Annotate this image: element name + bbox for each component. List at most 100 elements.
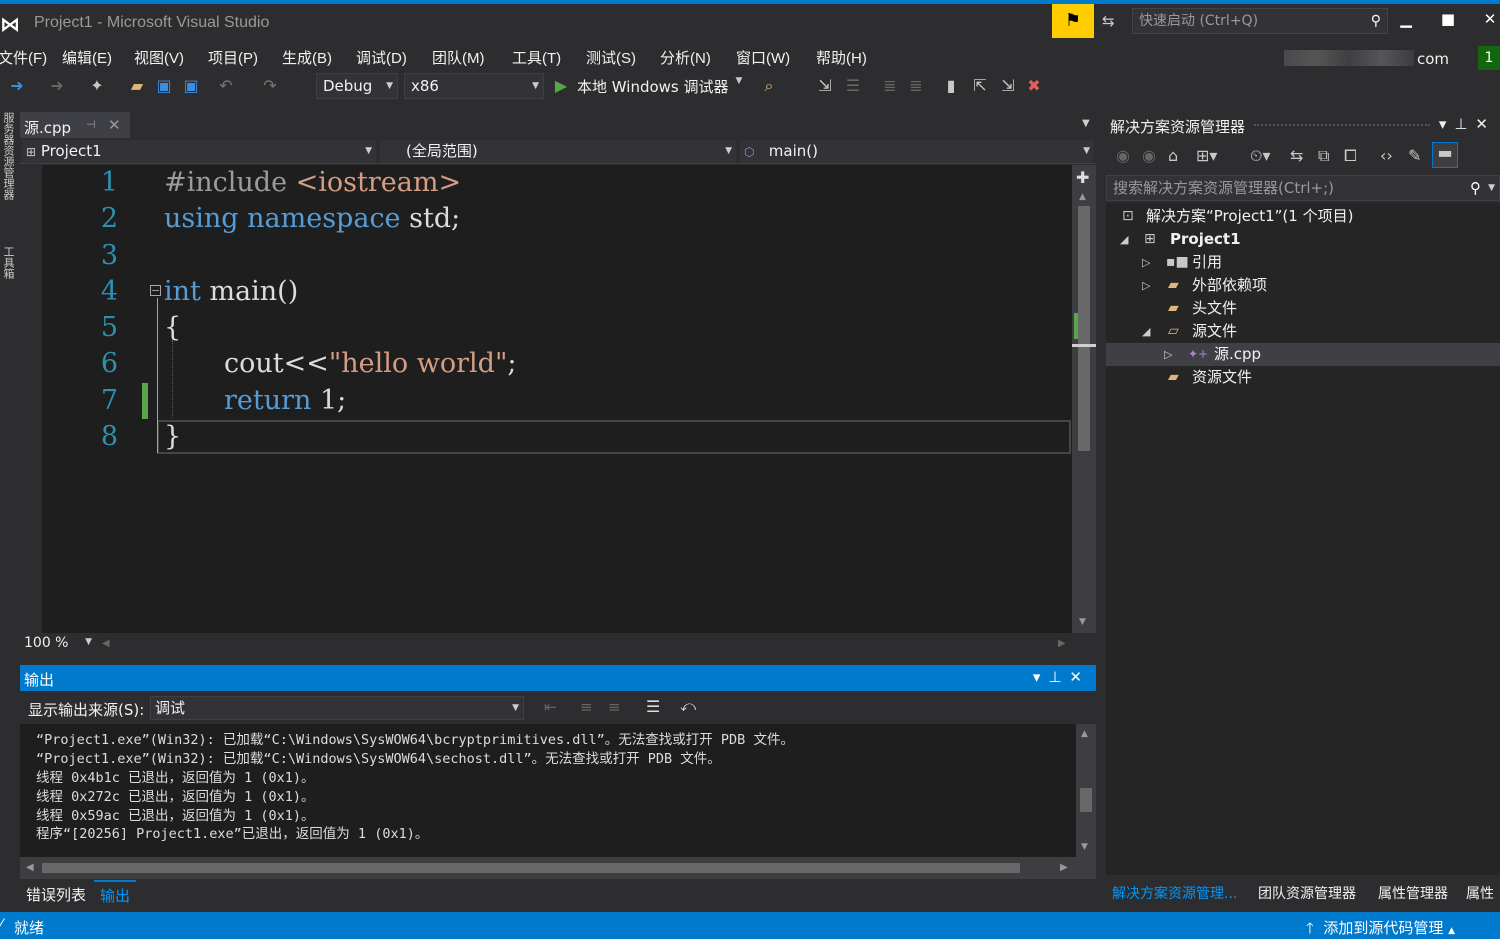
tab-solution-explorer[interactable]: 解决方案资源管理...	[1112, 883, 1237, 903]
tab-property-manager[interactable]: 属性管理器	[1378, 883, 1448, 903]
expanded-arrow-icon[interactable]: ◢	[1120, 228, 1128, 251]
find-in-files-icon[interactable]: ⌕	[758, 76, 780, 96]
maximize-button[interactable]: ■	[1428, 10, 1468, 34]
scroll-left-icon[interactable]: ◀	[26, 862, 34, 873]
tree-node-source-files[interactable]: ◢ ▱ 源文件	[1106, 320, 1500, 343]
clear-bookmarks-icon[interactable]: ✖	[1024, 76, 1044, 96]
tree-node-header-files[interactable]: ▰ 头文件	[1106, 297, 1500, 320]
view-code-icon[interactable]: ‹›	[1380, 146, 1393, 165]
menu-help[interactable]: 帮助(H)	[816, 47, 867, 68]
quick-launch-input[interactable]: 快速启动 (Ctrl+Q) ⚲	[1132, 8, 1388, 34]
code-editor[interactable]	[20, 165, 1096, 633]
tab-overflow-icon[interactable]: ▼	[1082, 118, 1090, 129]
scroll-down-icon[interactable]: ▼	[1081, 842, 1088, 852]
collapsed-arrow-icon[interactable]: ▷	[1142, 251, 1150, 274]
scroll-right-icon[interactable]: ▶	[1060, 862, 1068, 873]
collapsed-arrow-icon[interactable]: ▷	[1142, 274, 1150, 297]
scroll-right-icon[interactable]: ▶	[1058, 638, 1066, 649]
tree-node-source-cpp[interactable]: ▷ ✦+ 源.cpp	[1106, 343, 1500, 366]
tree-node-project[interactable]: ◢ ⊞ Project1	[1106, 228, 1500, 251]
account-name[interactable]: com	[1284, 50, 1464, 68]
visual-studio-logo-icon[interactable]: ⋈	[0, 12, 22, 36]
menu-project[interactable]: 项目(P)	[208, 47, 258, 68]
forward-icon[interactable]: ◉	[1142, 146, 1156, 165]
undo-icon[interactable]: ↶	[216, 76, 236, 96]
collapsed-arrow-icon[interactable]: ▷	[1164, 343, 1172, 366]
next-bookmark-icon[interactable]: ⇲	[998, 76, 1018, 96]
solution-views-icon[interactable]: ⊞▾	[1196, 146, 1217, 165]
tree-node-references[interactable]: ▷ ▪■ 引用	[1106, 251, 1500, 274]
solution-configuration-select[interactable]: Debug ▼	[316, 73, 398, 99]
feedback-flag-icon[interactable]: ⚑	[1052, 4, 1094, 38]
expanded-arrow-icon[interactable]: ◢	[1142, 320, 1150, 343]
chevron-down-icon[interactable]: ▾	[1033, 668, 1049, 686]
word-wrap-icon[interactable]: ⤺	[680, 697, 696, 715]
notifications-icon[interactable]: ⇆	[1102, 12, 1122, 32]
minimize-button[interactable]: ▁	[1386, 10, 1426, 34]
back-icon[interactable]: ◉	[1116, 146, 1130, 165]
output-scroll-thumb[interactable]	[1080, 788, 1092, 812]
menu-test[interactable]: 测试(S)	[586, 47, 636, 68]
menu-analyze[interactable]: 分析(N)	[660, 47, 711, 68]
editor-scroll-thumb[interactable]	[1078, 206, 1090, 451]
previous-message-icon[interactable]: ≡	[580, 698, 593, 716]
collapse-all-icon[interactable]: ⧉	[1318, 146, 1329, 166]
open-file-icon[interactable]: ▰	[126, 76, 148, 96]
menu-edit[interactable]: 编辑(E)	[62, 47, 112, 68]
menu-build[interactable]: 生成(B)	[282, 47, 332, 68]
notification-badge[interactable]: 1	[1478, 46, 1500, 70]
solution-explorer-titlebar[interactable]: 解决方案资源管理器 ▾⊥✕	[1106, 112, 1500, 138]
scroll-up-icon[interactable]: ▲	[1081, 729, 1088, 739]
scroll-up-icon[interactable]: ▲	[1079, 192, 1086, 202]
member-select[interactable]: ⬡ main() ▼	[740, 140, 1094, 163]
toolbox-tab[interactable]: 工具箱	[2, 246, 16, 296]
previous-bookmark-icon[interactable]: ⇱	[970, 76, 990, 96]
uncomment-icon[interactable]: ≣	[906, 76, 926, 96]
pin-icon[interactable]: ⊥	[1454, 115, 1475, 133]
menu-view[interactable]: 视图(V)	[134, 47, 184, 68]
close-icon[interactable]: ✕	[108, 116, 121, 134]
scroll-left-icon[interactable]: ◀	[102, 638, 110, 649]
scope-select[interactable]: (全局范围) ▼	[380, 140, 736, 163]
tab-output[interactable]: 输出	[94, 880, 137, 906]
save-icon[interactable]: ▣	[154, 76, 174, 96]
close-icon[interactable]: ✕	[1069, 668, 1090, 686]
output-hscroll-thumb[interactable]	[42, 863, 1020, 873]
menu-tools[interactable]: 工具(T)	[512, 47, 561, 68]
redo-icon[interactable]: ↷	[260, 76, 280, 96]
sync-icon[interactable]: ⇆	[1290, 146, 1303, 165]
tree-node-resource-files[interactable]: ▰ 资源文件	[1106, 366, 1500, 389]
split-window-icon[interactable]: ✚	[1076, 168, 1089, 187]
indicator-margin[interactable]	[20, 165, 42, 633]
menu-debug[interactable]: 调试(D)	[356, 47, 407, 68]
tab-properties[interactable]: 属性	[1466, 883, 1494, 903]
add-to-source-control-button[interactable]: 🡑 添加到源代码管理 ▲	[1306, 917, 1455, 939]
close-window-button[interactable]: ✕	[1470, 10, 1500, 34]
document-tab[interactable]: 源.cpp ⊣ ✕	[20, 112, 130, 138]
save-all-icon[interactable]: ▣	[180, 76, 202, 96]
output-source-select[interactable]: 调试 ▼	[150, 696, 524, 720]
outdent-icon[interactable]: ☰	[842, 76, 864, 96]
tree-node-external-dependencies[interactable]: ▷ ▰ 外部依赖项	[1106, 274, 1500, 297]
navigate-back-icon[interactable]: ➜	[8, 76, 26, 96]
tree-node-solution[interactable]: ⊡ 解决方案“Project1”(1 个项目)	[1106, 205, 1500, 228]
properties-wrench-icon[interactable]: ✎	[1408, 146, 1421, 165]
menu-team[interactable]: 团队(M)	[432, 47, 485, 68]
pending-changes-filter-icon[interactable]: ⏲▾	[1250, 146, 1271, 166]
next-message-icon[interactable]: ≡	[608, 698, 621, 716]
chevron-down-icon[interactable]: ▼	[734, 76, 744, 96]
find-message-icon[interactable]: ⇤	[544, 698, 557, 716]
output-panel-titlebar[interactable]: 输出 ▾⊥✕	[20, 665, 1096, 691]
home-icon[interactable]: ⌂	[1168, 146, 1178, 165]
collapse-icon[interactable]: −	[150, 285, 161, 296]
menu-file[interactable]: 文件(F)	[0, 47, 47, 68]
solution-platform-select[interactable]: x86 ▼	[404, 73, 544, 99]
clear-all-icon[interactable]: ☰	[646, 697, 660, 716]
chevron-down-icon[interactable]: ▾	[1439, 115, 1455, 133]
tab-team-explorer[interactable]: 团队资源管理器	[1258, 883, 1356, 903]
bookmark-icon[interactable]: ▮	[942, 76, 960, 96]
step-icon[interactable]: ⇲	[814, 76, 836, 96]
chevron-down-icon[interactable]: ▼	[1488, 176, 1495, 200]
zoom-select[interactable]: 100 % ▼	[20, 635, 96, 655]
preview-selected-icon[interactable]: ▬	[1432, 142, 1458, 168]
